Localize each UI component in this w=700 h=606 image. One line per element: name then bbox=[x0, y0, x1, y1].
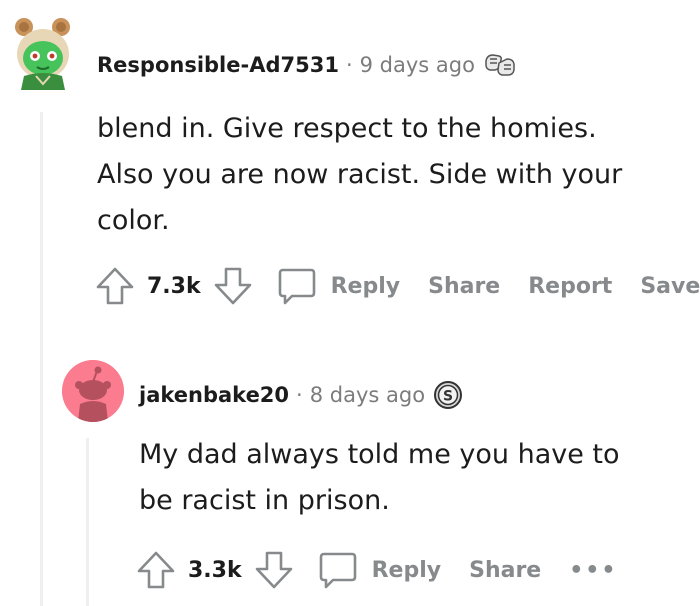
username[interactable]: Responsible-Ad7531 bbox=[97, 53, 339, 77]
comment-actions: 3.3k Reply Share ••• bbox=[136, 548, 617, 592]
timestamp[interactable]: 9 days ago bbox=[360, 53, 475, 77]
report-button[interactable]: Report bbox=[528, 274, 612, 299]
fist-bump-award-icon[interactable] bbox=[483, 51, 517, 79]
separator: · bbox=[345, 53, 353, 77]
avatar[interactable] bbox=[62, 360, 124, 422]
comment-text-line: be racist in prison. bbox=[139, 485, 390, 516]
downvote-icon[interactable] bbox=[254, 550, 294, 590]
comment-bubble-icon[interactable] bbox=[277, 266, 317, 306]
thread-line[interactable] bbox=[40, 112, 43, 606]
comment-meta: Responsible-Ad7531 · 9 days ago bbox=[97, 48, 517, 82]
reply-button[interactable]: Reply bbox=[331, 274, 401, 299]
username[interactable]: jakenbake20 bbox=[139, 383, 289, 407]
comment-text-line: Also you are now racist. Side with your bbox=[97, 159, 623, 190]
avatar[interactable] bbox=[10, 14, 76, 90]
comment-text-line: color. bbox=[97, 205, 170, 236]
separator: · bbox=[296, 383, 303, 407]
share-button[interactable]: Share bbox=[469, 558, 541, 583]
comment-actions: 7.3k Reply Share Report Save bbox=[95, 264, 700, 308]
thread-line[interactable] bbox=[86, 438, 89, 606]
downvote-icon[interactable] bbox=[213, 266, 253, 306]
comment-body: blend in. Give respect to the homies. Al… bbox=[97, 106, 622, 244]
more-options-button[interactable]: ••• bbox=[569, 558, 617, 583]
svg-text:S: S bbox=[443, 389, 453, 405]
comment-meta: jakenbake20 · 8 days ago S bbox=[139, 378, 463, 412]
timestamp[interactable]: 8 days ago bbox=[310, 383, 425, 407]
comment-bubble-icon[interactable] bbox=[318, 550, 358, 590]
vote-score: 7.3k bbox=[147, 273, 201, 299]
silver-coin-award-icon[interactable]: S bbox=[433, 380, 463, 410]
comment-body: My dad always told me you have to be rac… bbox=[139, 432, 620, 524]
upvote-icon[interactable] bbox=[136, 550, 176, 590]
reply-button[interactable]: Reply bbox=[372, 558, 442, 583]
share-button[interactable]: Share bbox=[428, 274, 500, 299]
save-button[interactable]: Save bbox=[640, 274, 700, 299]
comment-text-line: My dad always told me you have to bbox=[139, 439, 620, 470]
comment-text-line: blend in. Give respect to the homies. bbox=[97, 113, 597, 144]
vote-score: 3.3k bbox=[188, 557, 242, 583]
upvote-icon[interactable] bbox=[95, 266, 135, 306]
